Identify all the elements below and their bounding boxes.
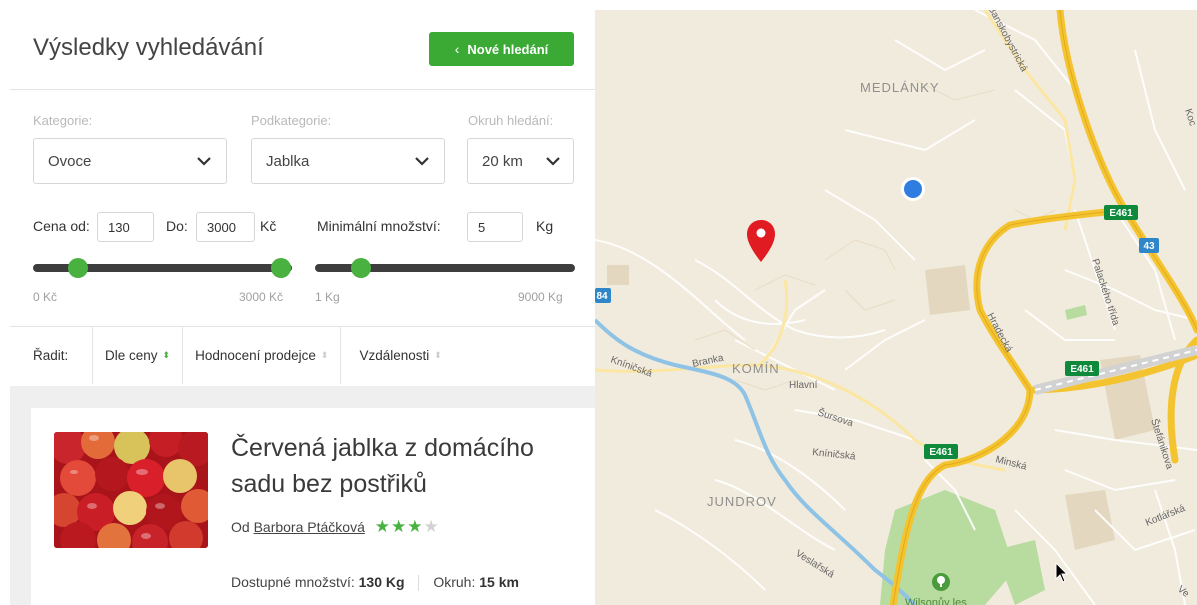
sort-by-distance[interactable]: Vzdálenosti ⬍: [341, 326, 453, 384]
category-label: Kategorie:: [33, 113, 93, 128]
sort-arrows-icon: ⬍: [320, 349, 329, 360]
road-shield-e461-a: E461: [1109, 208, 1133, 219]
sort-bar: Řadit: Dle ceny ⬍ Hodnocení prodejce ⬍ V…: [10, 326, 595, 384]
subcategory-label: Podkategorie:: [251, 113, 332, 128]
quantity-unit: Kg: [536, 218, 554, 234]
quantity-handle[interactable]: [351, 258, 371, 278]
category-select[interactable]: Ovoce: [33, 138, 227, 184]
road-shield-e461: E461: [1065, 361, 1099, 376]
new-search-button[interactable]: ‹ Nové hledání: [429, 32, 574, 66]
mouse-cursor-icon: [1055, 562, 1069, 583]
chevron-down-icon: [546, 157, 560, 166]
results-panel: Výsledky vyhledávání ‹ Nové hledání Kate…: [10, 10, 595, 605]
map-label-komin: KOMÍN: [732, 361, 780, 376]
sort-by-rating[interactable]: Hodnocení prodejce ⬍: [183, 326, 340, 384]
road-shield-e461-c: E461: [929, 447, 953, 458]
seller-link[interactable]: Barbora Ptáčková: [254, 519, 365, 535]
header-divider: [10, 89, 595, 90]
radius-label: Okruh hledání:: [468, 113, 554, 128]
sort-by-distance-label: Vzdálenosti: [359, 347, 430, 363]
street-label-hlavni: Hlavní: [789, 380, 818, 391]
road-shield-e461: E461: [924, 444, 958, 459]
sort-by-price[interactable]: Dle ceny ⬍: [93, 326, 182, 384]
product-title[interactable]: Červená jablka z domácího sadu bez postř…: [231, 430, 581, 502]
sort-by-rating-label: Hodnocení prodejce: [195, 347, 316, 363]
seller-line: Od Barbora Ptáčková ★★★★: [231, 517, 440, 537]
meta-separator: [418, 575, 420, 592]
new-search-label: Nové hledání: [467, 41, 549, 57]
road-shield-84-label: 84: [596, 291, 608, 302]
quantity-range-min: 1 Kg: [315, 290, 340, 304]
star-empty-icon: ★: [423, 517, 440, 536]
map-label-wilsonuv: Wilsonův les: [905, 597, 967, 605]
radius-meta-label: Okruh:: [433, 574, 476, 590]
app: Výsledky vyhledávání ‹ Nové hledání Kate…: [0, 0, 1197, 605]
product-image: [54, 432, 208, 548]
price-from-input[interactable]: [97, 212, 154, 242]
quantity-meta-label: Dostupné množství:: [231, 574, 355, 590]
page-title: Výsledky vyhledávání: [33, 34, 264, 61]
seller-prefix: Od: [231, 519, 250, 535]
price-range-min: 0 Kč: [33, 290, 58, 304]
sort-arrows-icon: ⬍: [434, 349, 442, 360]
road-shield-43: 43: [1139, 238, 1159, 253]
sort-by-price-label: Dle ceny: [105, 347, 158, 363]
subcategory-select[interactable]: Jablka: [251, 138, 445, 184]
radius-select[interactable]: 20 km: [467, 138, 574, 184]
map[interactable]: E461 E461 E461 43 84 MEDLÁNKY KOMÍN JUND…: [595, 10, 1197, 605]
sort-arrows-icon: ⬍: [162, 349, 171, 360]
price-to-input[interactable]: [196, 212, 255, 242]
star-icon: ★: [391, 517, 408, 536]
chevron-down-icon: [197, 157, 211, 166]
road-shield-43-label: 43: [1143, 241, 1155, 252]
seller-rating: ★★★★: [375, 517, 440, 537]
road-shield-e461: E461: [1104, 205, 1138, 220]
quantity-label: Minimální množství:: [317, 218, 441, 234]
price-unit: Kč: [260, 218, 277, 234]
current-location-dot[interactable]: [901, 177, 925, 201]
road-shield-e461-b: E461: [1070, 364, 1094, 375]
category-value: Ovoce: [48, 152, 92, 170]
quantity-slider[interactable]: [315, 258, 575, 278]
price-from-label: Cena od:: [33, 218, 90, 234]
price-slider[interactable]: [33, 258, 292, 278]
quantity-meta-value: 130 Kg: [358, 574, 405, 590]
star-icon: ★: [374, 517, 392, 536]
map-label-medlanky: MEDLÁNKY: [860, 80, 940, 95]
chevron-left-icon: ‹: [454, 41, 460, 57]
quantity-range-max: 9000 Kg: [518, 290, 563, 304]
quantity-input[interactable]: [467, 212, 523, 242]
result-card[interactable]: Červená jablka z domácího sadu bez postř…: [31, 408, 595, 605]
star-icon: ★: [407, 517, 424, 536]
price-range-max: 3000 Kč: [239, 290, 284, 304]
price-min-handle[interactable]: [68, 258, 88, 278]
product-meta: Dostupné množství: 130 Kg Okruh: 15 km: [231, 574, 519, 592]
radius-meta-value: 15 km: [479, 574, 519, 590]
price-to-label: Do:: [166, 218, 188, 234]
radius-value: 20 km: [482, 152, 523, 170]
map-canvas: E461 E461 E461 43 84 MEDLÁNKY KOMÍN JUND…: [595, 10, 1197, 605]
price-max-handle[interactable]: [271, 258, 291, 278]
map-label-jundrov: JUNDROV: [707, 494, 777, 509]
sort-label: Řadit:: [33, 347, 69, 363]
park-icon: [932, 573, 950, 591]
chevron-down-icon: [415, 157, 429, 166]
road-shield-84: 84: [595, 288, 611, 303]
subcategory-value: Jablka: [266, 152, 310, 170]
